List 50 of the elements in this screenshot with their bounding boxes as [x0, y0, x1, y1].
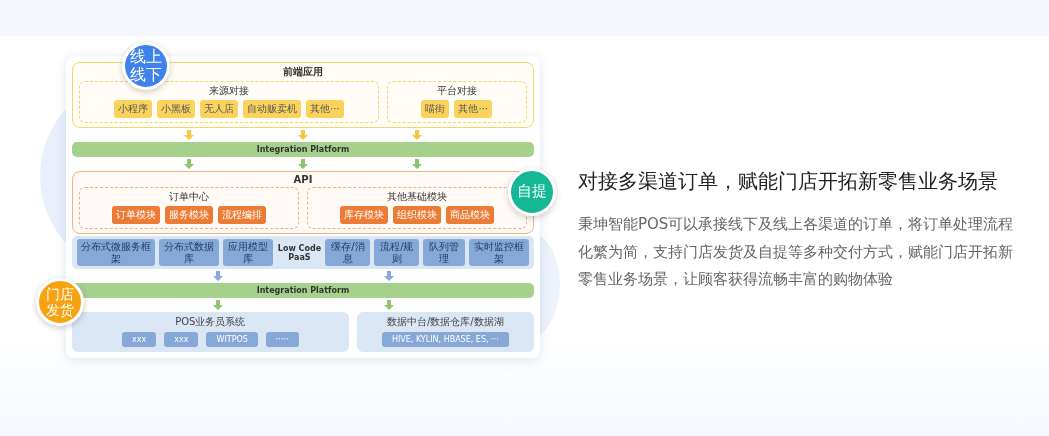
module-box: 自动贩卖机 — [242, 100, 301, 118]
module-box: 订单模块 — [112, 206, 160, 224]
arrow-icon — [184, 130, 194, 140]
module-box: 商品模块 — [446, 206, 494, 224]
arrow-icon — [412, 130, 422, 140]
group-title: 订单中心 — [169, 190, 209, 204]
module-box: 队列管理 — [423, 239, 466, 266]
arrow-icon — [184, 159, 194, 169]
arrow-icon — [212, 300, 223, 310]
module-box: xxx — [164, 332, 199, 348]
badge: 门店发货 — [36, 278, 84, 326]
module-box: 其他··· — [305, 100, 344, 118]
module-box: 分布式微服务框架 — [77, 239, 155, 266]
module-box: xxx — [122, 332, 157, 348]
integration-bar: Integration Platform — [72, 142, 534, 157]
module-box: 缓存/消息 — [325, 239, 371, 266]
module-box: 小程序 — [113, 100, 152, 118]
module-box: 库存模块 — [340, 206, 388, 224]
arrow-icon — [383, 271, 394, 281]
module-box: 分布式数据库 — [158, 239, 219, 266]
group-title: 平台对接 — [436, 84, 477, 98]
arrow-icon — [298, 159, 308, 169]
badge: 自提 — [508, 168, 556, 216]
module-box: HIVE, KYLIN, HBASE, ES, ··· — [381, 332, 509, 348]
module-box: 流程编排 — [218, 206, 266, 224]
group-title: POS业务员系统 — [175, 315, 246, 329]
module-box: 服务模块 — [165, 206, 213, 224]
section-title: API — [293, 174, 313, 185]
module-box: WITPOS — [206, 332, 258, 348]
arrow-icon — [212, 271, 223, 281]
arrow-icon — [298, 130, 308, 140]
section-title: 前端应用 — [283, 65, 323, 79]
module-box: 喵街 — [421, 100, 450, 118]
module-box: 实时监控框架 — [469, 239, 529, 266]
module-box: ····· — [265, 332, 299, 348]
module-box: 应用模型库 — [222, 239, 274, 266]
module-box: 其他··· — [454, 100, 492, 118]
description: 秉坤智能POS可以承接线下及线上各渠道的订单，将订单处理流程化繁为简，支持门店发货及自提等多种交付方式，赋能门店开拓新零售业务场景，让顾客获得流畅丰富的购物体验 — [578, 214, 1015, 290]
badge: 线上线下 — [122, 42, 170, 90]
arrow-icon — [412, 159, 422, 169]
infra-label: Low Code PaaS — [277, 243, 322, 262]
arrow-icon — [383, 300, 394, 310]
heading: 对接多渠道订单，赋能门店开拓新零售业务场景 — [578, 169, 999, 195]
module-box: 小黑板 — [156, 100, 195, 118]
group-title: 其他基础模块 — [387, 190, 447, 204]
group-title: 数据中台/数据仓库/数据湖 — [386, 315, 504, 329]
module-box: 流程/规则 — [374, 239, 420, 266]
module-box: 无人店 — [199, 100, 238, 118]
group-title: 来源对接 — [208, 84, 249, 98]
module-box: 组织模块 — [393, 206, 441, 224]
